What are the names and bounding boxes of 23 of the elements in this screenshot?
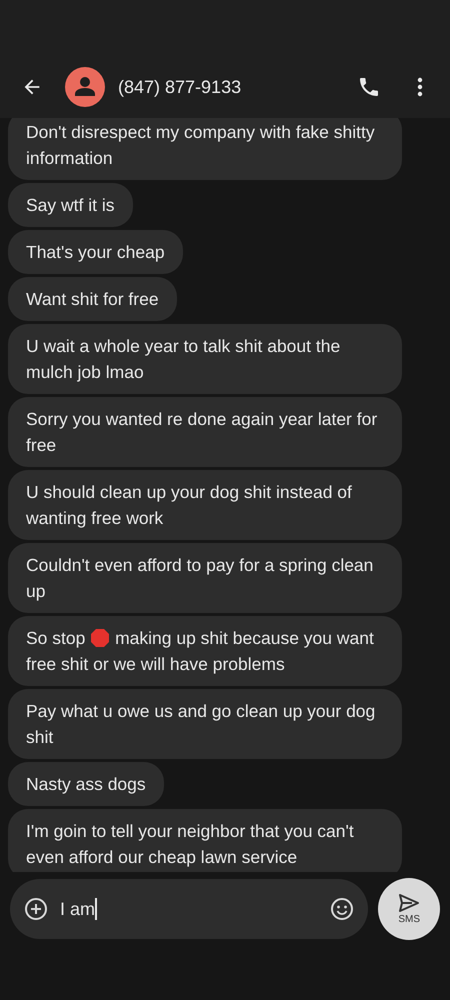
message-field[interactable]: I am (10, 879, 368, 939)
message-bubble: U should clean up your dog shit instead of wanting free work (8, 470, 402, 540)
send-icon (398, 893, 420, 913)
send-button[interactable]: SMS (378, 878, 440, 940)
message-bubble: Pay what u owe us and go clean up your dog shit (8, 689, 402, 759)
message-bubble: Sorry you wanted re done again year later for free (8, 397, 402, 467)
stop-sign-icon (90, 628, 110, 648)
message-bubble: Don't disrespect my company with fake shitty information (8, 118, 402, 180)
message-bubble: U wait a whole year to talk shit about the mulch job lmao (8, 324, 402, 394)
message-bubble: Couldn't even afford to pay for a spring clean up (8, 543, 402, 613)
message-bubble: That's your cheap (8, 230, 183, 274)
message-bubble: I'm goin to tell your neighbor that you can't even afford our cheap lawn service (8, 809, 402, 872)
emoji-icon[interactable] (330, 897, 354, 921)
text-cursor (95, 898, 98, 920)
more-icon[interactable] (417, 77, 423, 97)
message-bubble: Nasty ass dogs (8, 762, 164, 806)
message-text: So stop making up shit because you want free shit or we will have problems (26, 628, 374, 674)
contact-number: (847) 877-9133 (118, 76, 242, 99)
message-bubble: Want shit for free (8, 277, 177, 321)
phone-icon[interactable] (357, 75, 381, 99)
add-icon[interactable] (24, 897, 48, 921)
avatar-icon (65, 67, 105, 107)
message-bubble: Say wtf it is (8, 183, 132, 227)
